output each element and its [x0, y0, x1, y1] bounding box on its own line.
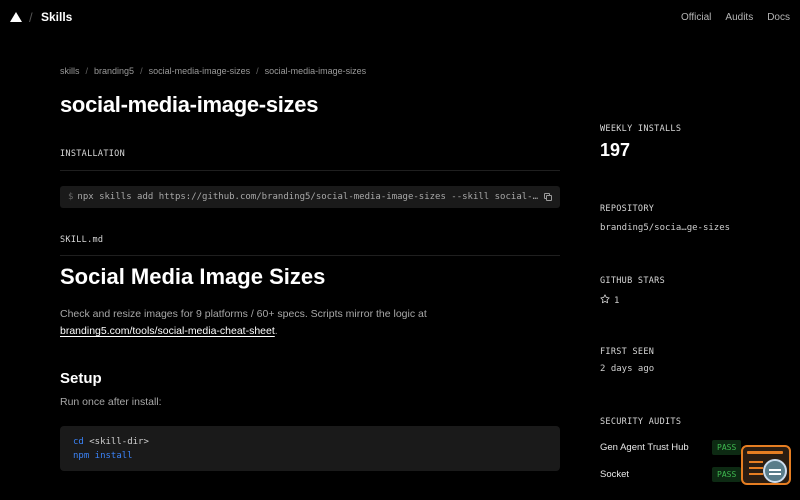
weekly-installs-label: WEEKLY INSTALLS	[600, 124, 682, 134]
breadcrumb-separator: /	[140, 66, 143, 76]
audit-name: Socket	[600, 469, 630, 480]
skill-md-label: SKILL.md	[60, 235, 104, 245]
audit-name: Gen Agent Trust Hub	[600, 442, 689, 453]
code-line: npm install	[73, 449, 547, 463]
code-line: cd <skill-dir>	[73, 435, 547, 449]
weekly-installs-value: 197	[600, 140, 631, 160]
pass-badge: PASS	[712, 467, 742, 482]
installation-label: INSTALLATION	[60, 149, 126, 159]
repository-link[interactable]: branding5/socia…ge-sizes	[600, 223, 730, 233]
skill-description: Check and resize images for 9 platforms …	[60, 306, 560, 340]
first-seen-label: FIRST SEEN	[600, 347, 655, 357]
copy-icon[interactable]	[544, 193, 552, 201]
setup-subtext: Run once after install:	[60, 396, 162, 408]
logo-triangle-icon[interactable]	[10, 12, 22, 22]
breadcrumb-item-skills[interactable]: skills	[60, 66, 80, 76]
nav-link-docs[interactable]: Docs	[767, 12, 790, 23]
code-keyword: cd	[73, 437, 84, 447]
code-argument: <skill-dir>	[83, 437, 149, 447]
github-stars-value: 1	[614, 296, 620, 306]
cheat-sheet-link[interactable]: branding5.com/tools/social-media-cheat-s…	[60, 325, 275, 337]
description-text: Check and resize images for 9 platforms …	[60, 308, 427, 320]
breadcrumb-separator: /	[256, 66, 259, 76]
security-audits-label: SECURITY AUDITS	[600, 417, 682, 427]
breadcrumb-item-repo[interactable]: social-media-image-sizes	[149, 66, 251, 76]
setup-code-block[interactable]: cd <skill-dir> npm install	[60, 426, 560, 471]
divider	[60, 170, 560, 171]
nav-link-audits[interactable]: Audits	[725, 12, 753, 23]
first-seen-value: 2 days ago	[600, 364, 655, 374]
github-stars-label: GITHUB STARS	[600, 276, 666, 286]
nav-separator: /	[29, 10, 33, 25]
prompt-symbol: $	[68, 192, 74, 202]
star-icon	[600, 294, 610, 304]
nav-links: Official Audits Docs	[681, 12, 790, 23]
page-title: social-media-image-sizes	[60, 92, 319, 117]
pass-badge: PASS	[712, 440, 742, 455]
skill-md-title: Social Media Image Sizes	[60, 264, 326, 289]
breadcrumb-item-skill: social-media-image-sizes	[264, 66, 367, 76]
install-command-text[interactable]: npx skills add https://github.com/brandi…	[77, 192, 539, 202]
nav-link-official[interactable]: Official	[681, 12, 711, 23]
install-command-box[interactable]: $ npx skills add https://github.com/brand…	[60, 186, 560, 208]
top-nav: / Skills Official Audits Docs	[0, 0, 800, 36]
setup-heading: Setup	[60, 370, 102, 387]
divider	[60, 255, 560, 256]
github-stars: 1	[600, 294, 619, 306]
nav-title-skills[interactable]: Skills	[41, 10, 72, 24]
description-end: .	[274, 325, 278, 337]
breadcrumb-separator: /	[85, 66, 89, 76]
breadcrumb: skills / branding5 / social-media-image-…	[60, 66, 366, 76]
breadcrumb-item-owner[interactable]: branding5	[94, 66, 134, 76]
repository-label: REPOSITORY	[600, 204, 655, 214]
floating-inspector-widget-icon[interactable]	[741, 445, 791, 485]
code-keyword: npm install	[73, 451, 133, 461]
